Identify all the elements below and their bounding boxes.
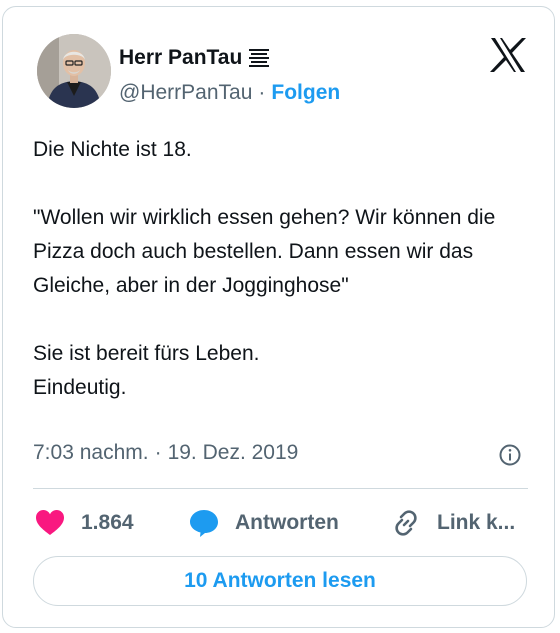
reply-button[interactable]: Antworten bbox=[187, 503, 339, 543]
action-bar: 1.864 Antworten Link k... bbox=[33, 503, 533, 543]
handle-separator: · bbox=[258, 81, 266, 104]
tweet-time: 7:03 nachm. bbox=[33, 441, 149, 464]
read-replies-button[interactable]: 10 Antworten lesen bbox=[33, 556, 527, 606]
like-count: 1.864 bbox=[81, 511, 134, 534]
tweet-paragraph: Sie ist bereit fürs Leben. Eindeutig. bbox=[33, 342, 260, 399]
reply-label: Antworten bbox=[235, 511, 339, 534]
author-display-name[interactable]: Herr PanTau bbox=[119, 46, 242, 70]
speech-bubble-icon bbox=[187, 506, 221, 540]
follow-button[interactable]: Folgen bbox=[271, 81, 340, 105]
copy-link-button[interactable]: Link k... bbox=[389, 503, 515, 543]
like-button[interactable]: 1.864 bbox=[33, 503, 134, 543]
lines-icon bbox=[248, 47, 270, 69]
copy-link-label: Link k... bbox=[437, 511, 516, 534]
author-handle-row: @HerrPanTau · Folgen bbox=[119, 79, 340, 107]
tweet-text: Die Nichte ist 18. "Wollen wir wirklich … bbox=[33, 133, 533, 405]
avatar[interactable] bbox=[37, 34, 111, 108]
timestamp-separator: · bbox=[154, 441, 162, 464]
author-name-row: Herr PanTau bbox=[119, 44, 270, 72]
info-icon[interactable] bbox=[498, 443, 522, 467]
tweet-date: 19. Dez. 2019 bbox=[167, 441, 299, 464]
heart-icon bbox=[33, 506, 67, 540]
author-handle[interactable]: @HerrPanTau bbox=[119, 81, 252, 105]
tweet-paragraph: Die Nichte ist 18. bbox=[33, 138, 192, 161]
x-logo-icon[interactable] bbox=[489, 37, 527, 73]
tweet-paragraph: "Wollen wir wirklich essen gehen? Wir kö… bbox=[33, 206, 502, 297]
link-icon bbox=[389, 506, 423, 540]
tweet-card: Herr PanTau @HerrPanTau · Folgen Die Nic… bbox=[2, 6, 555, 628]
divider bbox=[33, 488, 528, 489]
tweet-timestamp[interactable]: 7:03 nachm. · 19. Dez. 2019 bbox=[33, 441, 298, 465]
